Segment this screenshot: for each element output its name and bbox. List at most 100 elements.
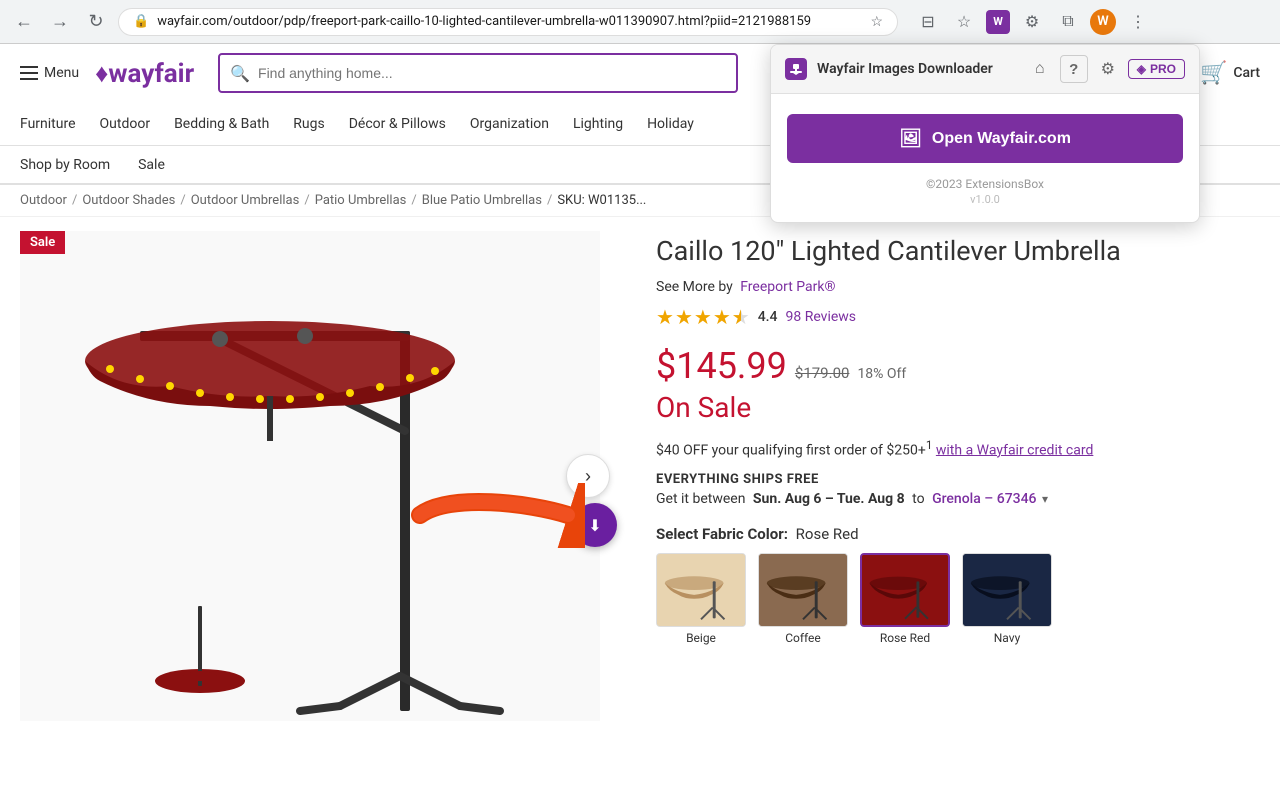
nav-item-bedding[interactable]: Bedding & Bath [174, 112, 269, 136]
swatch-label-coffee: Coffee [785, 631, 821, 645]
star-half: ★★ [732, 305, 750, 329]
ships-free-label: EVERYTHING SHIPS FREE [656, 472, 1236, 487]
swatch-label-rose: Rose Red [880, 631, 930, 645]
search-input[interactable] [258, 65, 726, 81]
swatch-container-navy: Navy [962, 553, 1052, 645]
breadcrumb-sku: SKU: W01135... [557, 193, 646, 208]
breadcrumb-outdoor-shades[interactable]: Outdoor Shades [82, 193, 175, 208]
back-button[interactable]: ← [10, 8, 38, 36]
sidebar-icon[interactable]: ⧉ [1054, 8, 1082, 36]
search-icon: 🔍 [230, 64, 250, 83]
bookmark-icon: ☆ [870, 14, 883, 30]
swatch-label-navy: Navy [994, 631, 1021, 645]
bookmark-star-icon[interactable]: ☆ [950, 8, 978, 36]
popup-action-buttons: ⌂ ? ⚙ ◈ PRO [1026, 55, 1185, 83]
popup-body: 🖼 Open Wayfair.com ©2023 ExtensionsBox v… [771, 94, 1199, 222]
wayfair-logo[interactable]: ♦wayfair [95, 58, 194, 89]
open-btn-label: Open Wayfair.com [932, 130, 1071, 148]
popup-title-area: Wayfair Images Downloader [785, 58, 993, 80]
profile-avatar[interactable]: W [1090, 9, 1116, 35]
color-swatches: Beige Coffee [656, 553, 1236, 645]
color-label: Select Fabric Color: Rose Red [656, 525, 1236, 543]
hamburger-menu[interactable]: Menu [20, 65, 79, 81]
nav-item-furniture[interactable]: Furniture [20, 112, 76, 136]
breadcrumb-outdoor-umbrellas[interactable]: Outdoor Umbrellas [191, 193, 300, 208]
nav-item-decor[interactable]: Décor & Pillows [349, 112, 446, 136]
star-2: ★ [675, 305, 693, 329]
lock-icon: 🔒 [133, 14, 149, 29]
search-bar[interactable]: 🔍 [218, 53, 738, 93]
nav-item-holiday[interactable]: Holiday [647, 112, 694, 136]
price-row: $145.99 $179.00 18% Off [656, 345, 1236, 387]
nav-item-rugs[interactable]: Rugs [293, 112, 324, 136]
star-3: ★ [694, 305, 712, 329]
popup-help-button[interactable]: ? [1060, 55, 1088, 83]
popup-title-text: Wayfair Images Downloader [817, 61, 993, 77]
nav-item-organization[interactable]: Organization [470, 112, 549, 136]
subnav-sale[interactable]: Sale [138, 157, 165, 173]
credit-offer: $40 OFF your qualifying first order of $… [656, 438, 1236, 459]
on-sale-label: On Sale [656, 391, 1236, 424]
product-image [20, 231, 600, 721]
puzzle-icon[interactable]: ⚙ [1018, 8, 1046, 36]
breadcrumb-blue-patio[interactable]: Blue Patio Umbrellas [422, 193, 542, 208]
breadcrumb-patio-umbrellas[interactable]: Patio Umbrellas [315, 193, 407, 208]
swatch-container-coffee: Coffee [758, 553, 848, 645]
popup-header: Wayfair Images Downloader ⌂ ? ⚙ ◈ PRO [771, 45, 1199, 94]
nav-item-lighting[interactable]: Lighting [573, 112, 623, 136]
chevron-down-icon: ▾ [1042, 492, 1048, 506]
breadcrumb-sep-4: / [411, 193, 416, 208]
hamburger-icon [20, 66, 38, 80]
popup-settings-button[interactable]: ⚙ [1094, 55, 1122, 83]
cart-icon: 🛒 [1200, 61, 1227, 86]
see-more-row: See More by Freeport Park® [656, 279, 1236, 295]
swatch-label-beige: Beige [686, 631, 716, 645]
breadcrumb-outdoor[interactable]: Outdoor [20, 193, 67, 208]
rating-value: 4.4 [758, 309, 778, 325]
product-title: Caillo 120" Lighted Cantilever Umbrella [656, 235, 1236, 269]
arrow-indicator [410, 483, 585, 552]
brand-link[interactable]: Freeport Park® [740, 279, 835, 295]
product-layout: Sale [0, 217, 1280, 735]
logo-text: ♦wayfair [95, 58, 194, 89]
nav-item-outdoor[interactable]: Outdoor [100, 112, 151, 136]
browser-chrome: ← → ↻ 🔒 wayfair.com/outdoor/pdp/freeport… [0, 0, 1280, 44]
open-btn-icon: 🖼 [899, 128, 922, 149]
cast-icon[interactable]: ⊟ [914, 8, 942, 36]
star-1: ★ [656, 305, 674, 329]
subnav-shop-by-room[interactable]: Shop by Room [20, 157, 110, 173]
popup-home-button[interactable]: ⌂ [1026, 55, 1054, 83]
popup-footer-text: ©2023 ExtensionsBox [787, 177, 1183, 191]
popup-pro-button[interactable]: ◈ PRO [1128, 59, 1185, 79]
url-text: wayfair.com/outdoor/pdp/freeport-park-ca… [157, 14, 862, 29]
delivery-location-link[interactable]: Grenola – 67346 [932, 491, 1036, 507]
pro-label: PRO [1150, 62, 1176, 76]
pro-icon: ◈ [1137, 62, 1146, 76]
popup-version: v1.0.0 [787, 193, 1183, 206]
breadcrumb-sep-1: / [72, 193, 77, 208]
wayfair-ext-icon[interactable]: W [986, 10, 1010, 34]
color-swatch-navy[interactable] [962, 553, 1052, 627]
cart-button[interactable]: 🛒 Cart [1200, 61, 1260, 86]
reviews-link[interactable]: 98 Reviews [786, 309, 857, 325]
product-details: Caillo 120" Lighted Cantilever Umbrella … [656, 231, 1236, 721]
color-label-text: Select Fabric Color: [656, 525, 788, 543]
reload-button[interactable]: ↻ [82, 8, 110, 36]
original-price: $179.00 [795, 364, 850, 382]
open-wayfair-button[interactable]: 🖼 Open Wayfair.com [787, 114, 1183, 163]
menu-label: Menu [44, 65, 79, 81]
current-price: $145.99 [656, 345, 787, 387]
more-menu-icon[interactable]: ⋮ [1124, 8, 1152, 36]
discount-pct: 18% Off [857, 366, 906, 382]
color-swatch-rose[interactable] [860, 553, 950, 627]
color-swatch-beige[interactable] [656, 553, 746, 627]
forward-button[interactable]: → [46, 8, 74, 36]
stars: ★ ★ ★ ★ ★★ [656, 305, 750, 329]
browser-action-area: ⊟ ☆ W ⚙ ⧉ W ⋮ [914, 8, 1152, 36]
swatch-container-beige: Beige [656, 553, 746, 645]
credit-card-link[interactable]: with a Wayfair credit card [936, 442, 1093, 458]
address-bar[interactable]: 🔒 wayfair.com/outdoor/pdp/freeport-park-… [118, 8, 898, 36]
delivery-info: Get it between Sun. Aug 6 – Tue. Aug 8 t… [656, 491, 1236, 507]
color-swatch-coffee[interactable] [758, 553, 848, 627]
breadcrumb-sep-5: / [547, 193, 552, 208]
